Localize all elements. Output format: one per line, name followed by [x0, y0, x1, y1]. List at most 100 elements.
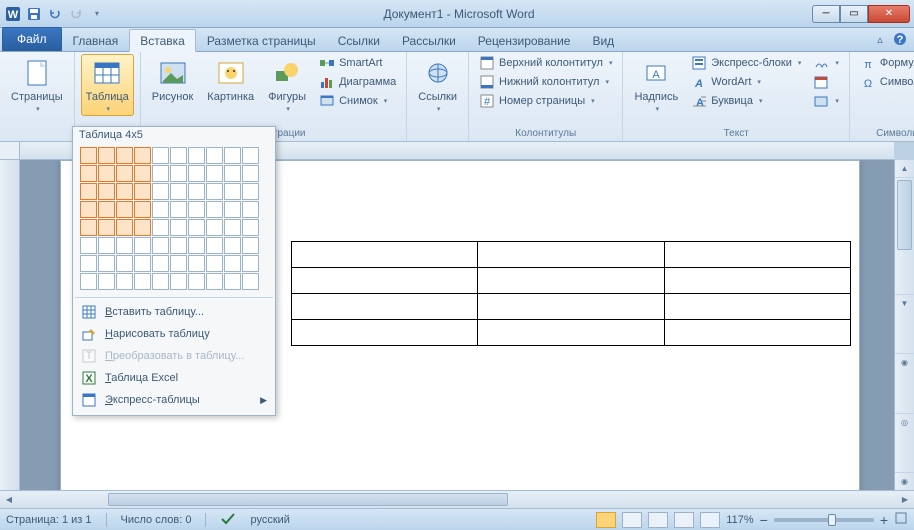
- table-size-picker[interactable]: [73, 143, 275, 294]
- grid-cell[interactable]: [98, 183, 115, 200]
- header-button[interactable]: Верхний колонтитул▾: [475, 54, 616, 72]
- dropcap-button[interactable]: AБуквица▾: [687, 92, 805, 110]
- pagenumber-button[interactable]: #Номер страницы▾: [475, 92, 616, 110]
- grid-cell[interactable]: [152, 147, 169, 164]
- grid-cell[interactable]: [80, 219, 97, 236]
- grid-cell[interactable]: [80, 165, 97, 182]
- grid-cell[interactable]: [224, 183, 241, 200]
- grid-cell[interactable]: [152, 201, 169, 218]
- view-draft-button[interactable]: [700, 512, 720, 528]
- grid-cell[interactable]: [134, 255, 151, 272]
- view-outline-button[interactable]: [674, 512, 694, 528]
- zoom-slider[interactable]: [774, 518, 874, 522]
- undo-icon[interactable]: [46, 5, 64, 23]
- grid-cell[interactable]: [170, 237, 187, 254]
- grid-cell[interactable]: [242, 165, 259, 182]
- redo-icon[interactable]: [67, 5, 85, 23]
- scroll-up-icon[interactable]: ▲: [895, 160, 914, 178]
- browse-object-icon[interactable]: ◎: [895, 413, 914, 431]
- grid-cell[interactable]: [134, 201, 151, 218]
- grid-cell[interactable]: [152, 273, 169, 290]
- save-icon[interactable]: [25, 5, 43, 23]
- datetime-button[interactable]: [809, 73, 843, 91]
- view-web-button[interactable]: [648, 512, 668, 528]
- prev-page-icon[interactable]: ◉: [895, 353, 914, 371]
- grid-cell[interactable]: [242, 201, 259, 218]
- grid-cell[interactable]: [116, 237, 133, 254]
- grid-cell[interactable]: [188, 147, 205, 164]
- quick-tables-item[interactable]: Экспресс-таблицы ▶: [73, 389, 275, 411]
- hscroll-track[interactable]: [18, 491, 896, 508]
- chart-button[interactable]: Диаграмма: [315, 73, 400, 91]
- grid-cell[interactable]: [170, 219, 187, 236]
- screenshot-button[interactable]: Снимок▾: [315, 92, 400, 110]
- grid-cell[interactable]: [152, 219, 169, 236]
- grid-cell[interactable]: [206, 237, 223, 254]
- grid-cell[interactable]: [134, 183, 151, 200]
- grid-cell[interactable]: [98, 237, 115, 254]
- tab-insert[interactable]: Вставка: [129, 29, 196, 52]
- grid-cell[interactable]: [80, 255, 97, 272]
- vertical-scrollbar[interactable]: ▲ ▼ ◉ ◎ ◉: [894, 160, 914, 490]
- grid-cell[interactable]: [116, 165, 133, 182]
- vertical-ruler[interactable]: [0, 160, 20, 490]
- grid-cell[interactable]: [242, 219, 259, 236]
- grid-cell[interactable]: [188, 165, 205, 182]
- table-cell[interactable]: [478, 242, 664, 268]
- zoom-out-button[interactable]: −: [760, 512, 768, 528]
- picture-button[interactable]: Рисунок: [147, 54, 199, 106]
- insert-table-item[interactable]: Вставить таблицу...: [73, 301, 275, 323]
- grid-cell[interactable]: [134, 237, 151, 254]
- draw-table-item[interactable]: Нарисовать таблицу: [73, 323, 275, 345]
- table-cell[interactable]: [292, 294, 478, 320]
- grid-cell[interactable]: [170, 201, 187, 218]
- tab-references[interactable]: Ссылки: [327, 29, 391, 51]
- grid-cell[interactable]: [170, 147, 187, 164]
- grid-cell[interactable]: [98, 147, 115, 164]
- tab-review[interactable]: Рецензирование: [467, 29, 582, 51]
- grid-cell[interactable]: [116, 201, 133, 218]
- grid-cell[interactable]: [152, 165, 169, 182]
- grid-cell[interactable]: [188, 255, 205, 272]
- document-table[interactable]: [291, 241, 851, 346]
- grid-cell[interactable]: [188, 219, 205, 236]
- grid-cell[interactable]: [116, 255, 133, 272]
- grid-cell[interactable]: [206, 147, 223, 164]
- ruler-toggle[interactable]: [0, 142, 20, 160]
- quickparts-button[interactable]: Экспресс-блоки▾: [687, 54, 805, 72]
- view-fullscreen-button[interactable]: [622, 512, 642, 528]
- grid-cell[interactable]: [242, 237, 259, 254]
- grid-cell[interactable]: [152, 237, 169, 254]
- object-button[interactable]: ▾: [809, 92, 843, 110]
- scroll-left-icon[interactable]: ◀: [0, 491, 18, 508]
- grid-cell[interactable]: [242, 255, 259, 272]
- tab-pagelayout[interactable]: Разметка страницы: [196, 29, 327, 51]
- grid-cell[interactable]: [170, 273, 187, 290]
- tab-home[interactable]: Главная: [62, 29, 130, 51]
- grid-cell[interactable]: [80, 237, 97, 254]
- table-cell[interactable]: [478, 320, 664, 346]
- view-printlayout-button[interactable]: [596, 512, 616, 528]
- grid-cell[interactable]: [170, 183, 187, 200]
- table-cell[interactable]: [292, 268, 478, 294]
- grid-cell[interactable]: [80, 273, 97, 290]
- grid-cell[interactable]: [206, 273, 223, 290]
- grid-cell[interactable]: [80, 201, 97, 218]
- table-cell[interactable]: [664, 294, 850, 320]
- grid-cell[interactable]: [134, 147, 151, 164]
- smartart-button[interactable]: SmartArt: [315, 54, 400, 72]
- grid-cell[interactable]: [224, 255, 241, 272]
- ribbon-minimize-icon[interactable]: ▵: [872, 31, 888, 47]
- clipart-button[interactable]: Картинка: [202, 54, 259, 106]
- grid-cell[interactable]: [188, 201, 205, 218]
- scroll-thumb[interactable]: [897, 180, 912, 250]
- wordart-button[interactable]: AWordArt▾: [687, 73, 805, 91]
- grid-cell[interactable]: [188, 273, 205, 290]
- grid-cell[interactable]: [170, 165, 187, 182]
- grid-cell[interactable]: [98, 165, 115, 182]
- grid-cell[interactable]: [98, 201, 115, 218]
- close-button[interactable]: ✕: [868, 5, 910, 23]
- grid-cell[interactable]: [98, 273, 115, 290]
- grid-cell[interactable]: [116, 183, 133, 200]
- status-page[interactable]: Страница: 1 из 1: [6, 514, 92, 526]
